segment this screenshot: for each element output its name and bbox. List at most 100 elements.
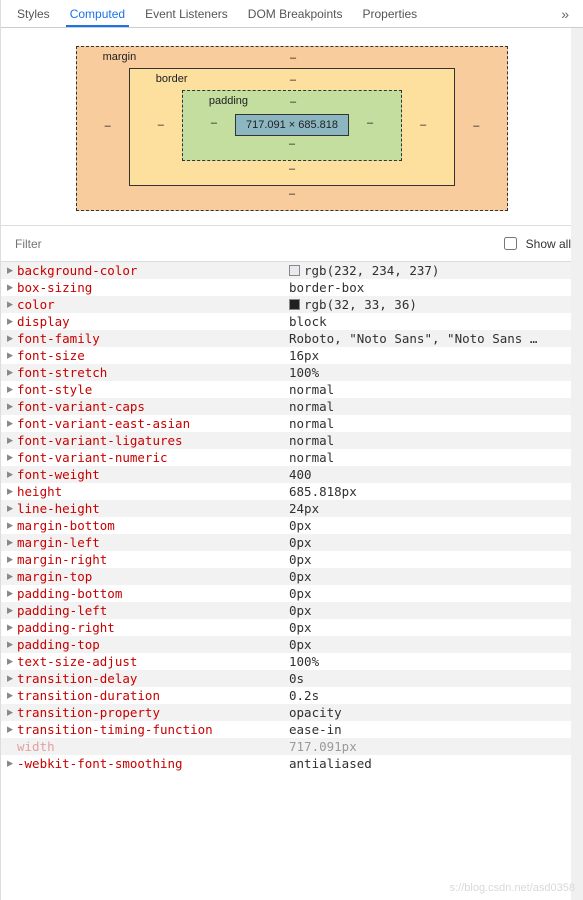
property-value-text: rgb(32, 33, 36) [304,297,417,312]
property-row[interactable]: ▶transition-propertyopacity [1,704,583,721]
property-row[interactable]: ▶colorrgb(32, 33, 36) [1,296,583,313]
tab-styles[interactable]: Styles [7,1,60,26]
disclosure-triangle-icon[interactable]: ▶ [5,587,15,599]
box-model-padding-top[interactable]: – [265,96,321,108]
filter-input[interactable] [13,236,500,252]
box-model-margin[interactable]: margin – – border – – [76,46,509,211]
box-model-border-left[interactable]: – [154,119,168,131]
property-row[interactable]: ▶box-sizingborder-box [1,279,583,296]
disclosure-triangle-icon[interactable]: ▶ [5,723,15,735]
disclosure-triangle-icon[interactable]: ▶ [5,638,15,650]
disclosure-triangle-icon[interactable]: ▶ [5,570,15,582]
disclosure-triangle-icon[interactable]: ▶ [5,706,15,718]
property-row[interactable]: ▶font-stylenormal [1,381,583,398]
disclosure-triangle-icon[interactable]: ▶ [5,621,15,633]
property-name: transition-property [17,705,289,720]
scrollbar[interactable] [571,28,583,900]
property-row[interactable]: ▶margin-left0px [1,534,583,551]
property-row[interactable]: ▶transition-duration0.2s [1,687,583,704]
disclosure-triangle-icon[interactable]: ▶ [5,536,15,548]
disclosure-triangle-icon[interactable]: ▶ [5,366,15,378]
property-row[interactable]: ▶font-variant-capsnormal [1,398,583,415]
property-name: margin-bottom [17,518,289,533]
disclosure-triangle-icon[interactable]: ▶ [5,383,15,395]
property-name: font-variant-east-asian [17,416,289,431]
tab-computed[interactable]: Computed [60,1,135,26]
property-row[interactable]: ▶font-stretch100% [1,364,583,381]
tab-event-listeners[interactable]: Event Listeners [135,1,238,26]
box-model-margin-left[interactable]: – [101,120,115,132]
disclosure-triangle-icon[interactable]: ▶ [5,502,15,514]
property-row[interactable]: ▶padding-bottom0px [1,585,583,602]
disclosure-triangle-icon[interactable]: ▶ [5,519,15,531]
disclosure-triangle-icon[interactable]: ▶ [5,298,15,310]
disclosure-triangle-icon[interactable]: ▶ [5,434,15,446]
property-row[interactable]: ▶font-variant-numericnormal [1,449,583,466]
disclosure-triangle-icon[interactable]: ▶ [5,349,15,361]
disclosure-triangle-icon[interactable]: ▶ [5,417,15,429]
property-value-text: 0px [289,637,312,652]
disclosure-triangle-icon[interactable]: ▶ [5,757,15,769]
disclosure-triangle-icon[interactable]: ▶ [5,485,15,497]
property-row[interactable]: ▶height685.818px [1,483,583,500]
property-row[interactable]: ▶line-height24px [1,500,583,517]
box-model-border-top[interactable]: – [247,74,339,86]
property-row[interactable]: ▶padding-left0px [1,602,583,619]
box-model-border-right[interactable]: – [416,119,430,131]
property-row[interactable]: ▶padding-right0px [1,619,583,636]
box-model-border-bottom[interactable]: – [154,163,431,175]
computed-properties-list[interactable]: ▶background-colorrgb(232, 234, 237)▶box-… [1,262,583,772]
disclosure-triangle-icon[interactable]: ▶ [5,689,15,701]
property-row[interactable]: ▶background-colorrgb(232, 234, 237) [1,262,583,279]
property-row[interactable]: ▶text-size-adjust100% [1,653,583,670]
color-swatch[interactable] [289,299,300,310]
disclosure-triangle-icon[interactable]: ▶ [5,672,15,684]
property-value: 0px [289,637,312,652]
property-name: height [17,484,289,499]
box-model-padding-right[interactable]: – [363,117,377,129]
disclosure-triangle-icon[interactable]: ▶ [5,655,15,667]
box-model-margin-right[interactable]: – [469,120,483,132]
box-model-margin-bottom[interactable]: – [101,188,484,200]
property-row[interactable]: ▶transition-delay0s [1,670,583,687]
box-model-border-label: border [154,73,248,87]
color-swatch[interactable] [289,265,300,276]
disclosure-triangle-icon[interactable]: ▶ [5,604,15,616]
box-model-diagram[interactable]: margin – – border – – [1,28,583,225]
property-row[interactable]: ▶font-weight400 [1,466,583,483]
disclosure-triangle-icon[interactable]: ▶ [5,400,15,412]
show-all-toggle[interactable]: Show all [500,234,571,253]
property-row[interactable]: ▶font-variant-east-asiannormal [1,415,583,432]
property-row[interactable]: ▶font-familyRoboto, "Noto Sans", "Noto S… [1,330,583,347]
property-value: normal [289,382,334,397]
disclosure-triangle-icon[interactable]: ▶ [5,468,15,480]
property-row[interactable]: ▶font-size16px [1,347,583,364]
property-row[interactable]: ▶margin-top0px [1,568,583,585]
box-model-padding-left[interactable]: – [207,117,221,129]
box-model-border[interactable]: border – – padding – [129,68,456,186]
disclosure-triangle-icon[interactable]: ▶ [5,315,15,327]
box-model-padding[interactable]: padding – – 717.091 × 685.818 – – [182,90,402,161]
disclosure-triangle-icon[interactable]: ▶ [5,553,15,565]
property-row[interactable]: ▶padding-top0px [1,636,583,653]
box-model-margin-top[interactable]: – [230,52,357,64]
disclosure-triangle-icon[interactable]: ▶ [5,264,15,276]
property-row[interactable]: ▶margin-bottom0px [1,517,583,534]
property-row[interactable]: ▶-webkit-font-smoothingantialiased [1,755,583,772]
property-row[interactable]: ▶transition-timing-functionease-in [1,721,583,738]
disclosure-triangle-icon[interactable]: ▶ [5,451,15,463]
more-tabs-button[interactable]: » [553,2,577,26]
property-row[interactable]: ▶margin-right0px [1,551,583,568]
disclosure-triangle-icon[interactable]: ▶ [5,281,15,293]
property-row[interactable]: width717.091px [1,738,583,755]
property-name: padding-left [17,603,289,618]
box-model-padding-bottom[interactable]: – [207,138,377,150]
tab-properties[interactable]: Properties [352,1,427,26]
property-row[interactable]: ▶font-variant-ligaturesnormal [1,432,583,449]
property-row[interactable]: ▶displayblock [1,313,583,330]
box-model-content-size[interactable]: 717.091 × 685.818 [235,114,349,136]
property-value-text: 400 [289,467,312,482]
show-all-checkbox[interactable] [504,237,517,250]
tab-dom-breakpoints[interactable]: DOM Breakpoints [238,1,353,26]
disclosure-triangle-icon[interactable]: ▶ [5,332,15,344]
